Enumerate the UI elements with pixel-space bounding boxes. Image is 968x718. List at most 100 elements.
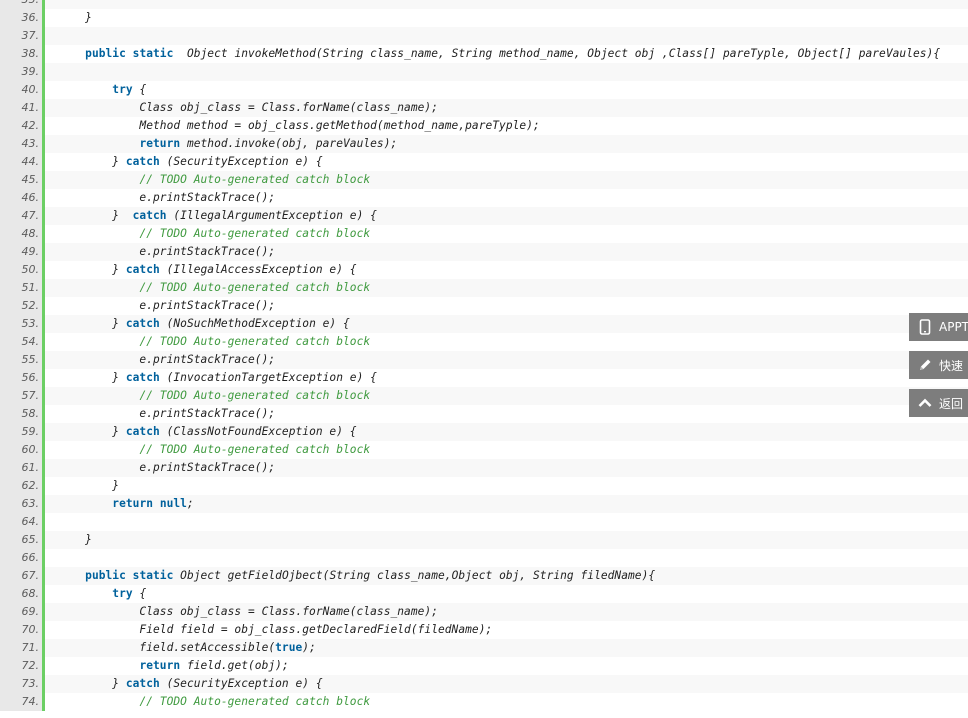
code-line: 57. // TODO Auto-generated catch block: [0, 387, 968, 405]
keyword-token: return: [139, 137, 181, 150]
back-to-top-button[interactable]: 返回: [909, 389, 968, 417]
code-line: 44. } catch (SecurityException e) {: [0, 153, 968, 171]
gutter-divider: [42, 441, 45, 459]
line-number: 63.: [0, 495, 42, 513]
line-number: 67.: [0, 567, 42, 585]
line-number: 59.: [0, 423, 42, 441]
code-text: } catch (SecurityException e) {: [58, 677, 323, 690]
line-number: 52.: [0, 297, 42, 315]
line-number: 68.: [0, 585, 42, 603]
code-text: try {: [112, 83, 147, 96]
keyword-token: catch: [125, 263, 160, 276]
gutter-divider: [42, 351, 45, 369]
code-line: 47. } catch (IllegalArgumentException e)…: [0, 207, 968, 225]
gutter-divider: [42, 9, 45, 27]
gutter-divider: [42, 531, 45, 549]
line-number: 62.: [0, 477, 42, 495]
comment-token: // TODO Auto-generated catch block: [139, 227, 371, 240]
line-number: 37.: [0, 27, 42, 45]
gutter-divider: [42, 549, 45, 567]
comment-token: // TODO Auto-generated catch block: [139, 389, 371, 402]
code-line: 53. } catch (NoSuchMethodException e) {: [0, 315, 968, 333]
gutter-divider: [42, 297, 45, 315]
code-text: }: [58, 533, 92, 546]
line-number: 69.: [0, 603, 42, 621]
gutter-divider: [42, 135, 45, 153]
code-line: 67. public static Object getFieldOjbect(…: [0, 567, 968, 585]
code-text: try {: [112, 587, 147, 600]
code-listing: 35.36. }37.38. public static Object invo…: [0, 0, 968, 711]
code-line: 54. // TODO Auto-generated catch block: [0, 333, 968, 351]
code-text: Field field = obj_class.getDeclaredField…: [58, 623, 493, 636]
keyword-token: null: [159, 497, 187, 510]
line-number: 44.: [0, 153, 42, 171]
code-line: 39.: [0, 63, 968, 81]
gutter-divider: [42, 657, 45, 675]
gutter-divider: [42, 369, 45, 387]
keyword-token: try: [112, 587, 133, 600]
code-line: 41. Class obj_class = Class.forName(clas…: [0, 99, 968, 117]
gutter-divider: [42, 693, 45, 711]
code-text: } catch (ClassNotFoundException e) {: [58, 425, 357, 438]
code-text: } catch (NoSuchMethodException e) {: [58, 317, 350, 330]
keyword-token: return: [139, 659, 181, 672]
code-text: e.printStackTrace();: [58, 353, 276, 366]
code-line: 46. e.printStackTrace();: [0, 189, 968, 207]
gutter-divider: [42, 603, 45, 621]
gutter-divider: [42, 279, 45, 297]
code-line: 74. // TODO Auto-generated catch block: [0, 693, 968, 711]
line-number: 74.: [0, 693, 42, 711]
gutter-divider: [42, 0, 45, 9]
code-line: 64.: [0, 513, 968, 531]
gutter-divider: [42, 675, 45, 693]
quick-edit-button[interactable]: 快速: [909, 351, 968, 379]
code-line: 63. return null;: [0, 495, 968, 513]
code-line: 66.: [0, 549, 968, 567]
keyword-token: try: [112, 83, 133, 96]
line-number: 60.: [0, 441, 42, 459]
code-text: Class obj_class = Class.forName(class_na…: [58, 605, 438, 618]
gutter-divider: [42, 81, 45, 99]
code-line: 45. // TODO Auto-generated catch block: [0, 171, 968, 189]
code-text: // TODO Auto-generated catch block: [58, 171, 370, 189]
gutter-divider: [42, 459, 45, 477]
line-number: 35.: [0, 0, 42, 9]
gutter-divider: [42, 153, 45, 171]
code-line: 62. }: [0, 477, 968, 495]
gutter-divider: [42, 171, 45, 189]
code-text: Method method = obj_class.getMethod(meth…: [58, 119, 540, 132]
gutter-divider: [42, 621, 45, 639]
code-line: 37.: [0, 27, 968, 45]
line-number: 49.: [0, 243, 42, 261]
code-text: // TODO Auto-generated catch block: [58, 279, 370, 297]
code-line: 50. } catch (IllegalAccessException e) {: [0, 261, 968, 279]
line-number: 41.: [0, 99, 42, 117]
code-line: 48. // TODO Auto-generated catch block: [0, 225, 968, 243]
code-text: return null;: [112, 497, 194, 510]
chevron-up-icon: [918, 398, 932, 407]
code-text: e.printStackTrace();: [58, 245, 276, 258]
comment-token: // TODO Auto-generated catch block: [139, 281, 371, 294]
code-line: 73. } catch (SecurityException e) {: [0, 675, 968, 693]
code-text: }: [58, 11, 92, 24]
gutter-divider: [42, 243, 45, 261]
line-number: 38.: [0, 45, 42, 63]
keyword-token: catch: [125, 677, 160, 690]
app-button[interactable]: APPT: [909, 313, 968, 341]
gutter-divider: [42, 405, 45, 423]
gutter-divider: [42, 513, 45, 531]
code-text: public static Object invokeMethod(String…: [85, 47, 941, 60]
line-number: 54.: [0, 333, 42, 351]
pencil-icon: [920, 359, 931, 370]
line-number: 48.: [0, 225, 42, 243]
line-number: 55.: [0, 351, 42, 369]
code-line: 40. try {: [0, 81, 968, 99]
keyword-token: catch: [125, 425, 160, 438]
comment-token: // TODO Auto-generated catch block: [139, 173, 371, 186]
code-text: return field.get(obj);: [139, 659, 289, 672]
code-text: e.printStackTrace();: [58, 407, 276, 420]
code-text: field.setAccessible(true);: [58, 641, 316, 654]
keyword-token: catch: [125, 317, 160, 330]
code-text: public static Object getFieldOjbect(Stri…: [85, 569, 656, 582]
gutter-divider: [42, 315, 45, 333]
